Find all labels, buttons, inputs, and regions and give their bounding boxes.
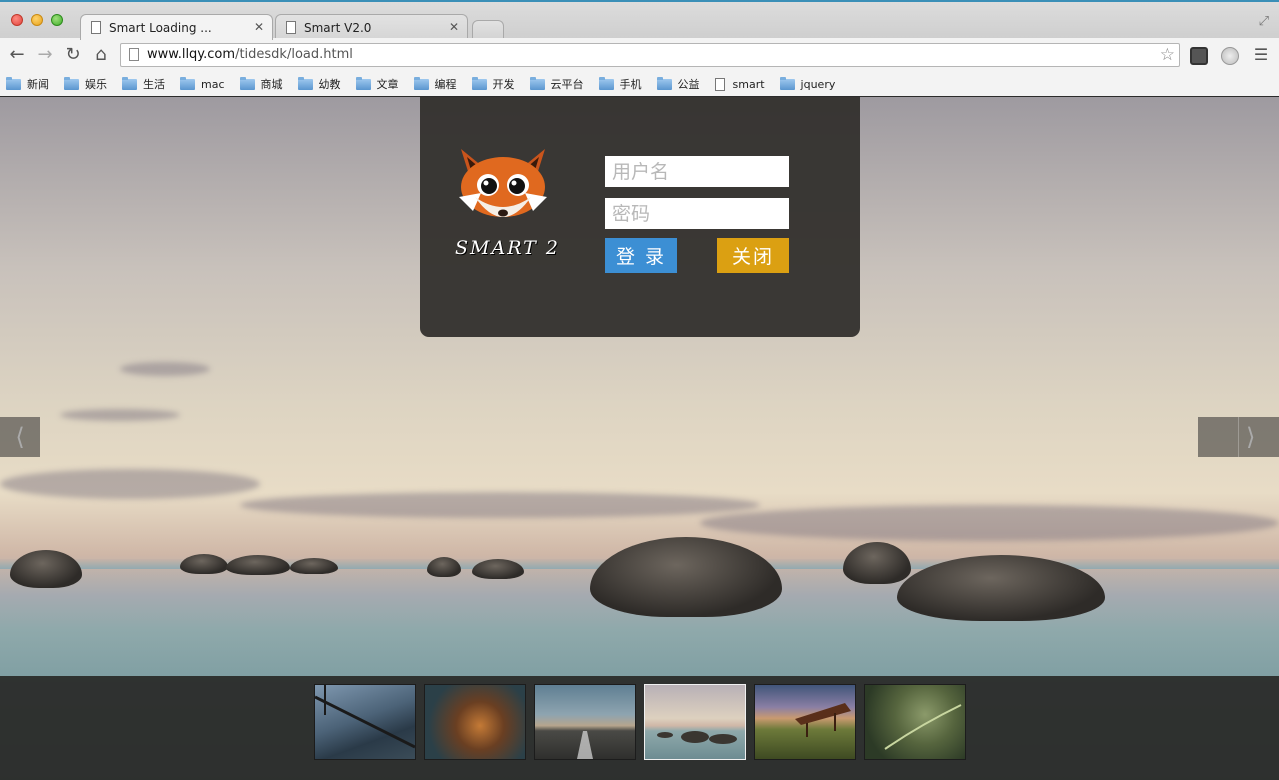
rock: [290, 558, 338, 574]
extension-icon[interactable]: [1190, 47, 1208, 65]
window-zoom-button[interactable]: [51, 14, 63, 26]
bridge-image: [314, 685, 416, 749]
tab-close-icon[interactable]: ✕: [254, 20, 264, 34]
rock: [590, 537, 782, 617]
address-bar[interactable]: www.llqy.com/tidesdk/load.html ☆: [120, 43, 1180, 67]
rock: [427, 557, 461, 577]
rock: [10, 550, 82, 588]
browser-chrome: Smart Loading ... ✕ Smart V2.0 ✕ ⤢ ← → ↻…: [0, 0, 1279, 96]
tab-title: Smart V2.0: [304, 20, 372, 35]
folder-icon: [180, 76, 195, 90]
login-panel: SMART 2 登 录 关闭: [420, 97, 860, 337]
bookmark-folder[interactable]: 公益: [656, 76, 700, 92]
url-path: /tidesdk/load.html: [235, 47, 353, 62]
bookmark-folder[interactable]: 文章: [355, 76, 399, 92]
chevron-left-icon: ⟨: [15, 423, 25, 451]
username-input[interactable]: [605, 156, 789, 187]
thumbnail-autumn-leaves[interactable]: [424, 684, 526, 760]
page-icon: [91, 21, 101, 34]
folder-icon: [239, 76, 255, 90]
folder-icon: [6, 76, 21, 90]
rock: [472, 559, 524, 579]
divider: [1238, 417, 1239, 457]
sync-extension-icon[interactable]: [1221, 47, 1239, 65]
window-close-button[interactable]: [11, 14, 23, 26]
tab-smart-loading[interactable]: Smart Loading ... ✕: [80, 14, 273, 40]
background-cloud: [120, 362, 210, 376]
road-image: [577, 731, 593, 759]
folder-icon: [779, 76, 795, 90]
tab-title: Smart Loading ...: [109, 20, 212, 35]
bookmark-folder[interactable]: 编程: [413, 76, 457, 92]
slider-prev-button[interactable]: ⟨: [0, 417, 40, 457]
fox-logo-icon: [459, 149, 547, 217]
thumbnail-pier-meadow[interactable]: [754, 684, 856, 760]
bookmark-folder[interactable]: 生活: [122, 76, 165, 92]
reload-icon[interactable]: ↻: [62, 44, 84, 66]
close-button[interactable]: 关闭: [717, 238, 789, 273]
page-icon: [286, 21, 296, 34]
bookmark-folder[interactable]: 开发: [471, 76, 515, 92]
window-minimize-button[interactable]: [31, 14, 43, 26]
folder-icon: [413, 76, 429, 90]
url-host: www.llqy.com: [147, 47, 236, 62]
thumbnail-strip: [0, 676, 1279, 780]
bookmark-folder[interactable]: 新闻: [6, 76, 49, 92]
folder-icon: [297, 76, 313, 90]
thumbnail-bridge[interactable]: [314, 684, 416, 760]
folder-icon: [656, 76, 672, 90]
bookmark-folder[interactable]: 手机: [598, 76, 642, 92]
bookmark-folder[interactable]: jquery: [779, 76, 835, 91]
bookmark-star-icon[interactable]: ☆: [1160, 44, 1175, 66]
folder-icon: [471, 76, 487, 90]
login-button[interactable]: 登 录: [605, 238, 677, 273]
new-tab-button[interactable]: [472, 20, 504, 40]
bookmark-folder[interactable]: 娱乐: [64, 76, 107, 92]
rock: [180, 554, 228, 574]
page-viewport: SMART 2 登 录 关闭 ⟨ ⟩: [0, 97, 1279, 780]
background-cloud: [60, 409, 180, 421]
tab-strip: Smart Loading ... ✕ Smart V2.0 ✕ ⤢: [0, 0, 1279, 40]
bookmark-page[interactable]: smart: [714, 77, 765, 91]
bookmark-folder[interactable]: mac: [180, 76, 225, 91]
bookmarks-bar: 新闻 娱乐 生活 mac 商城 幼教 文章 编程 开发 云平台 手机 公益 sm…: [0, 72, 1279, 96]
forward-arrow-icon[interactable]: →: [34, 44, 56, 66]
bookmark-folder[interactable]: 云平台: [529, 76, 584, 92]
bookmark-folder[interactable]: 商城: [239, 76, 283, 92]
sea-rocks-image: [657, 731, 737, 744]
thumbnail-road[interactable]: [534, 684, 636, 760]
page-icon: [714, 77, 725, 91]
password-input[interactable]: [605, 198, 789, 229]
pier-image: [795, 703, 851, 737]
page-icon: [129, 48, 139, 61]
rock: [843, 542, 911, 584]
fullscreen-icon[interactable]: ⤢: [1259, 14, 1269, 29]
bookmark-folder[interactable]: 幼教: [297, 76, 341, 92]
folder-icon: [529, 76, 545, 90]
rock: [226, 555, 290, 575]
menu-icon[interactable]: ☰: [1250, 44, 1272, 66]
background-cloud: [0, 469, 260, 499]
fern-image: [884, 704, 962, 750]
tab-smart-v2[interactable]: Smart V2.0 ✕: [275, 14, 468, 40]
chevron-right-icon: ⟩: [1246, 423, 1256, 451]
folder-icon: [355, 76, 371, 90]
brand-name: SMART 2: [455, 237, 560, 259]
thumbnail-fern[interactable]: [864, 684, 966, 760]
home-icon[interactable]: ⌂: [90, 44, 112, 66]
back-arrow-icon[interactable]: ←: [6, 44, 28, 66]
background-cloud: [700, 505, 1279, 541]
folder-icon: [598, 76, 614, 90]
folder-icon: [64, 76, 79, 90]
tab-close-icon[interactable]: ✕: [449, 20, 459, 34]
folder-icon: [122, 76, 137, 90]
background-cloud: [240, 492, 760, 518]
navigation-toolbar: ← → ↻ ⌂ www.llqy.com/tidesdk/load.html ☆…: [0, 38, 1279, 72]
slider-next-button[interactable]: ⟩: [1198, 417, 1279, 457]
thumbnail-sea-rocks[interactable]: [644, 684, 746, 760]
